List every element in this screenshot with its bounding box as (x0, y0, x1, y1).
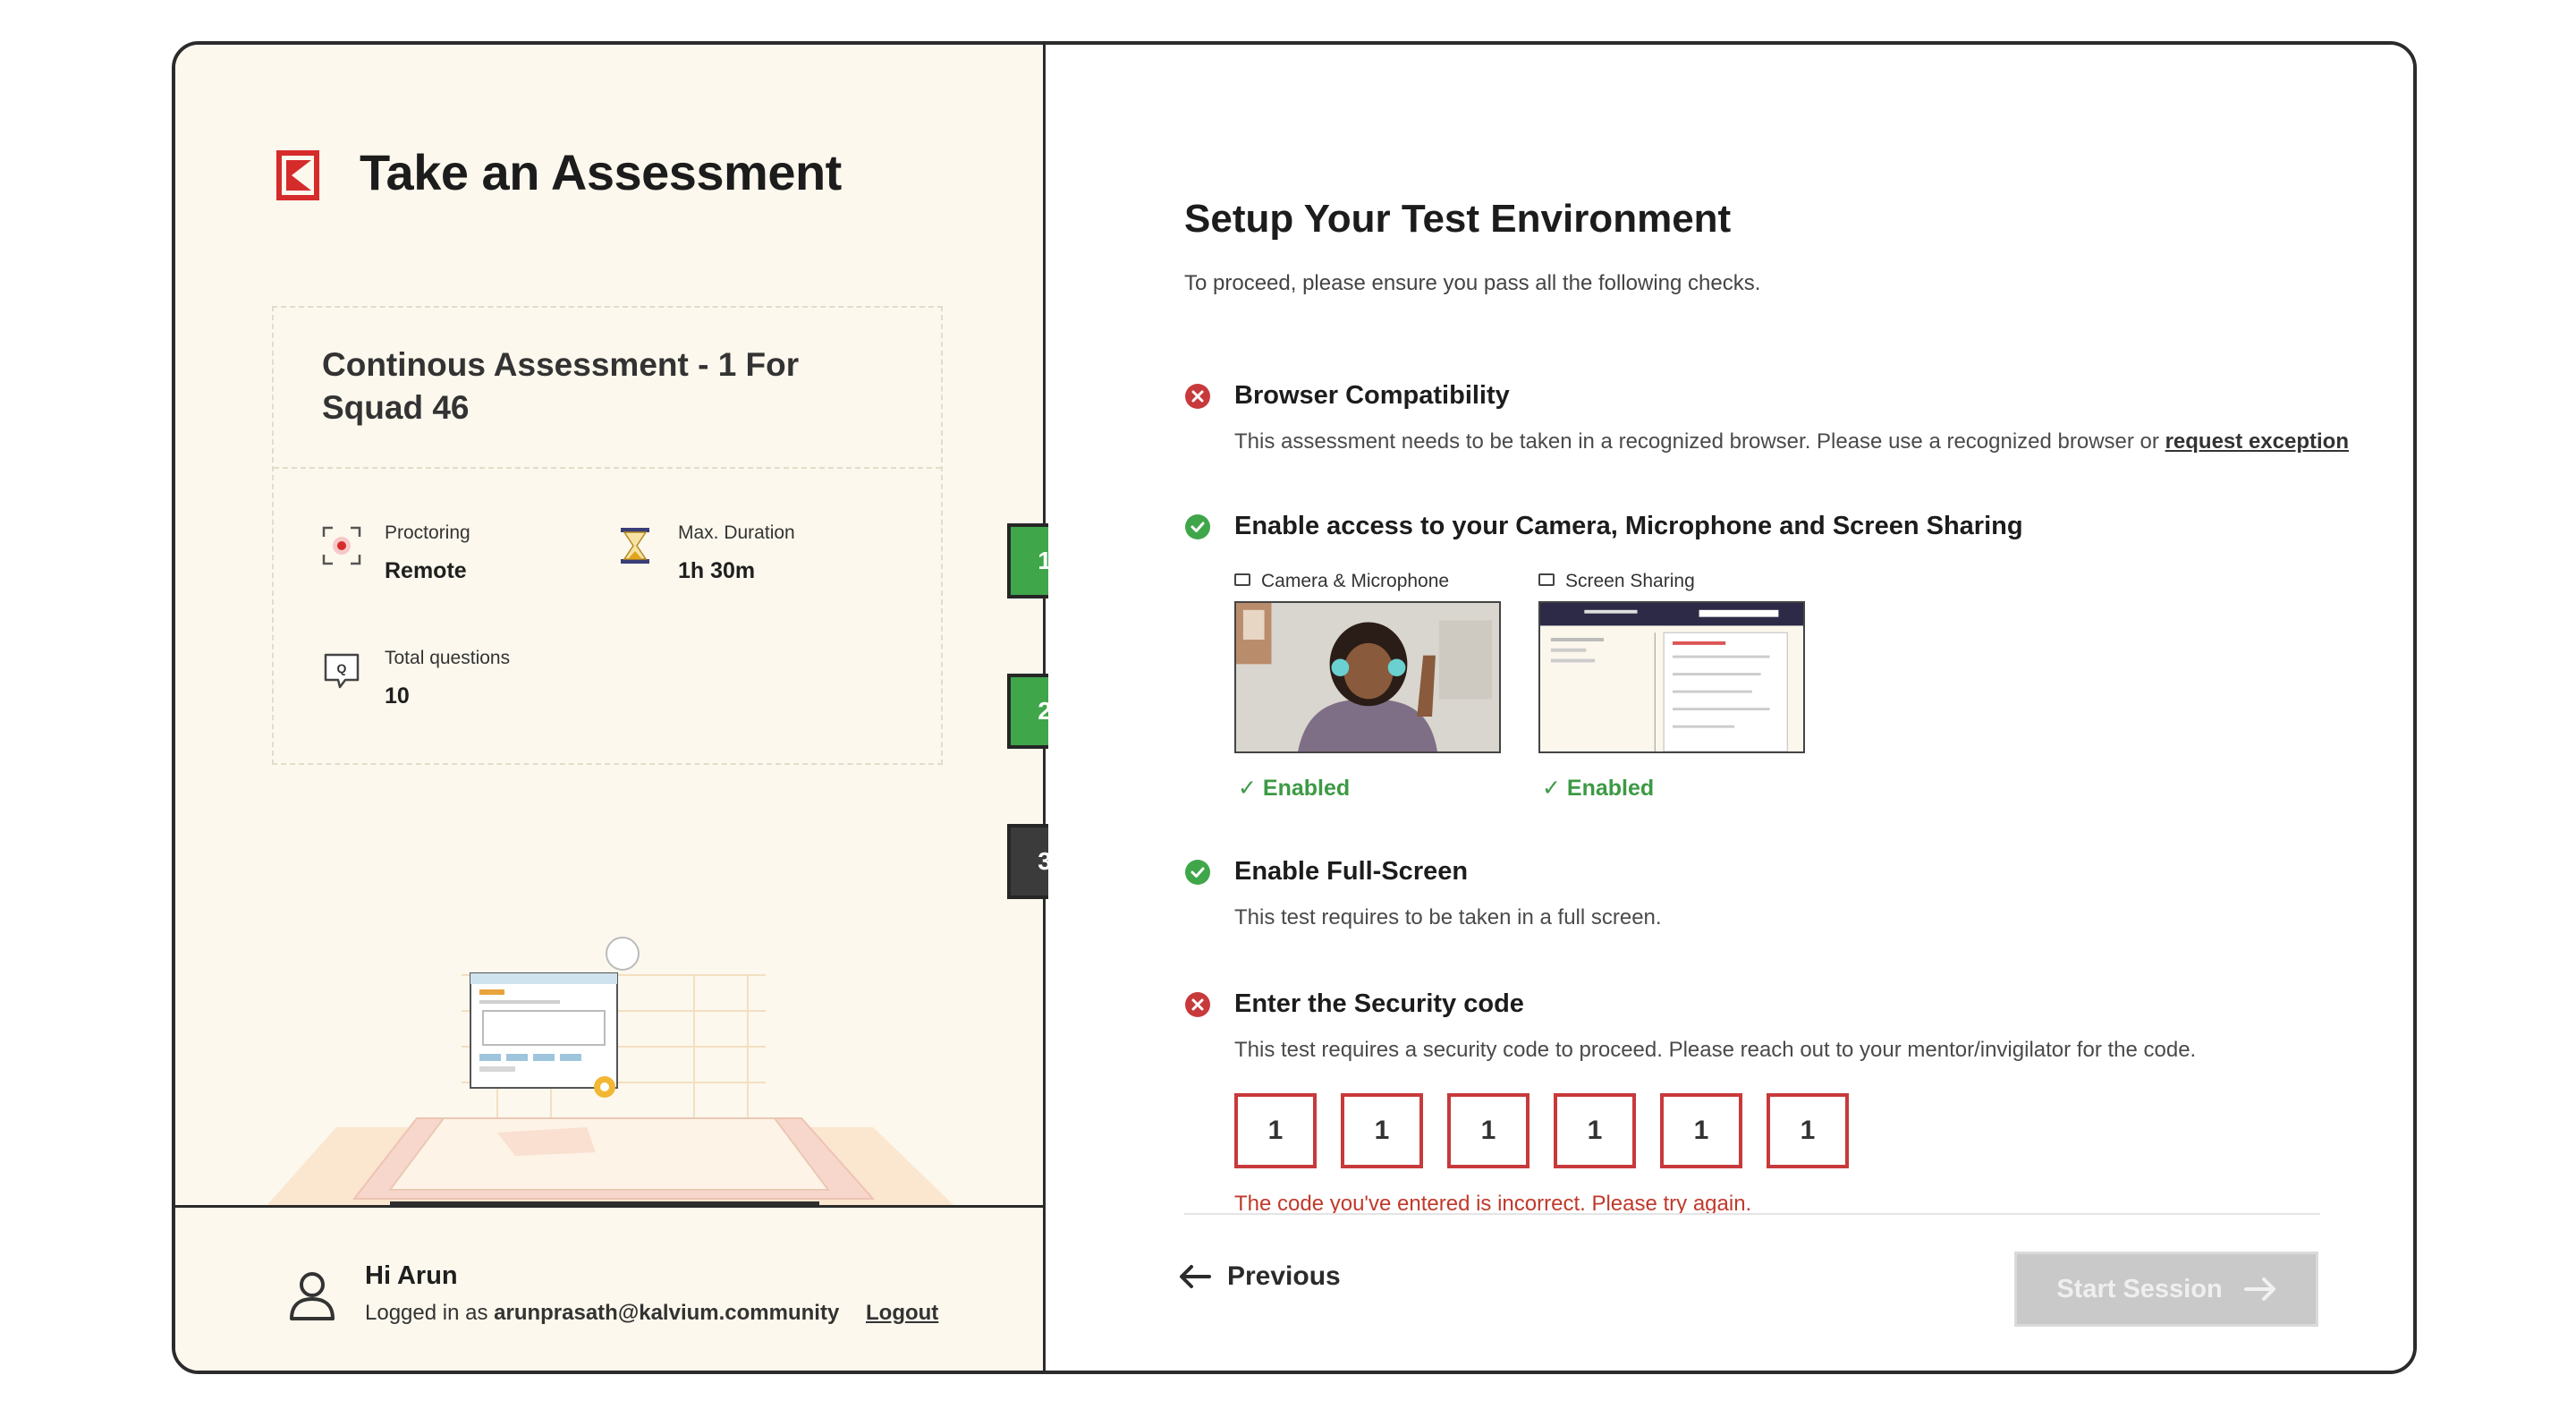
proctoring-icon (322, 526, 361, 565)
proctoring-label: Proctoring (385, 522, 470, 543)
logged-in-text: Logged in as arunprasath@kalvium.communi… (365, 1301, 839, 1326)
camera-status: ✓ Enabled (1238, 776, 1351, 801)
setup-subtitle: To proceed, please ensure you pass all t… (1184, 271, 1761, 295)
code-digit-1[interactable] (1234, 1093, 1317, 1168)
previous-button[interactable]: Previous (1179, 1261, 1341, 1292)
camera-status-text: Enabled (1262, 776, 1351, 801)
user-footer: Hi Arun Logged in as arunprasath@kalvium… (175, 1205, 1043, 1371)
code-digit-6[interactable] (1767, 1093, 1849, 1168)
fullscreen-check-title: Enable Full-Screen (1234, 857, 1469, 886)
page-title: Take an Assessment (360, 144, 842, 200)
browser-check-title: Browser Compatibility (1234, 381, 1510, 410)
logged-in-prefix: Logged in as (365, 1301, 495, 1325)
assessment-name: Continous Assessment - 1 For Squad 46 (322, 346, 800, 426)
security-check-title: Enter the Security code (1234, 989, 1524, 1018)
questions-label: Total questions (385, 648, 511, 668)
previous-label: Previous (1227, 1261, 1341, 1291)
assessment-window: Take an Assessment Continous Assessment … (172, 41, 2417, 1374)
footer-divider (1184, 1213, 2320, 1215)
screen-label-text: Screen Sharing (1565, 571, 1695, 591)
camera-preview[interactable] (1234, 601, 1501, 753)
duration-value: 1h 30m (678, 558, 756, 583)
setup-panel: Setup Your Test Environment To proceed, … (1048, 45, 2413, 1371)
code-digit-5[interactable] (1660, 1093, 1742, 1168)
card-divider (274, 467, 941, 469)
proctoring-value: Remote (385, 558, 467, 583)
logout-link[interactable]: Logout (866, 1301, 938, 1326)
screen-share-icon (1538, 573, 1555, 587)
camera-label: Camera & Microphone (1234, 571, 1449, 592)
access-check-title: Enable access to your Camera, Microphone… (1234, 512, 2023, 540)
fullscreen-check-description: This test requires to be taken in a full… (1234, 905, 1662, 929)
start-session-button[interactable]: Start Session (2014, 1252, 2318, 1327)
user-icon (290, 1272, 335, 1320)
screen-label: Screen Sharing (1538, 571, 1695, 592)
arrow-left-icon (1180, 1265, 1211, 1288)
security-check-description: This test requires a security code to pr… (1234, 1038, 2197, 1062)
start-session-label: Start Session (2056, 1274, 2223, 1303)
code-digit-4[interactable] (1554, 1093, 1636, 1168)
code-error-message: The code you've entered is incorrect. Pl… (1234, 1192, 1752, 1213)
svg-text:Q: Q (337, 661, 347, 675)
workstation-illustration (229, 937, 998, 1248)
code-digit-3[interactable] (1447, 1093, 1530, 1168)
hourglass-icon (621, 528, 649, 564)
kalvium-logo-icon (276, 150, 319, 200)
request-exception-link[interactable]: request exception (2165, 429, 2349, 454)
user-greeting: Hi Arun (365, 1261, 458, 1290)
question-icon: Q (324, 653, 360, 689)
success-icon (1185, 514, 1210, 539)
duration-label: Max. Duration (678, 522, 795, 543)
screen-status: ✓ Enabled (1542, 776, 1655, 801)
camera-icon (1234, 573, 1250, 587)
browser-check-description: This assessment needs to be taken in a r… (1234, 429, 2349, 454)
user-email: arunprasath@kalvium.community (494, 1301, 840, 1325)
assessment-info-panel: Take an Assessment Continous Assessment … (175, 45, 1082, 1371)
questions-value: 10 (385, 683, 410, 709)
code-digit-2[interactable] (1341, 1093, 1423, 1168)
assessment-card: Continous Assessment - 1 For Squad 46 Pr… (272, 306, 943, 765)
screen-status-text: Enabled (1566, 776, 1655, 801)
setup-title: Setup Your Test Environment (1184, 197, 1732, 241)
camera-label-text: Camera & Microphone (1261, 571, 1450, 591)
error-icon (1185, 992, 1210, 1017)
browser-check-text: This assessment needs to be taken in a r… (1234, 429, 2165, 454)
screen-share-preview[interactable] (1538, 601, 1805, 753)
arrow-right-icon (2243, 1277, 2275, 1301)
success-icon (1185, 860, 1210, 885)
error-icon (1185, 384, 1210, 409)
